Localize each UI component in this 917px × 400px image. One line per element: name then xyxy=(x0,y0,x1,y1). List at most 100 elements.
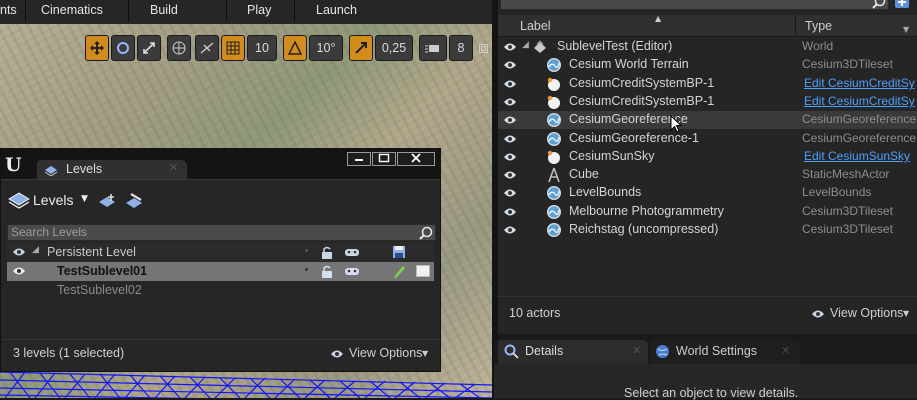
level-row-sublevel02[interactable]: TestSublevel02 xyxy=(7,281,434,300)
edit-blueprint-link[interactable]: Edit CesiumSunSky xyxy=(804,149,910,163)
levels-view-options-button[interactable]: View Options ▼ xyxy=(328,345,433,363)
outliner-row[interactable]: CesiumCreditSystemBP-1 Edit CesiumCreditS… xyxy=(498,93,917,111)
toolbar-content-button[interactable]: nts xyxy=(0,3,17,17)
grid-snap-value[interactable]: 10 xyxy=(247,35,277,61)
actor-label: CesiumGeoreference-1 xyxy=(569,131,699,145)
grid-snap-toggle[interactable] xyxy=(221,35,245,61)
tab-details[interactable]: Details ✕ xyxy=(498,340,648,364)
scale-snap-toggle[interactable] xyxy=(349,35,373,61)
level-row-persistent[interactable]: ◢ Persistent Level xyxy=(7,243,434,262)
surface-snap-button[interactable] xyxy=(195,35,219,61)
rotate-icon xyxy=(117,42,129,54)
visibility-eye-icon[interactable] xyxy=(503,97,517,107)
translate-mode-button[interactable] xyxy=(85,35,109,61)
edit-blueprint-link[interactable]: Edit CesiumCreditSy xyxy=(804,76,915,90)
add-level-icon[interactable] xyxy=(98,192,118,210)
camera-speed-button[interactable] xyxy=(419,35,447,61)
actor-type: CesiumGeoreference xyxy=(802,131,917,145)
actor-label: Cesium World Terrain xyxy=(569,57,689,71)
tab-levels[interactable]: Levels ✕ xyxy=(37,160,187,179)
chevron-down-icon: ▼ xyxy=(903,309,910,318)
visibility-eye-icon[interactable] xyxy=(503,152,517,162)
level-row-sublevel01[interactable]: TestSublevel01 xyxy=(7,262,434,281)
search-icon[interactable] xyxy=(419,226,433,240)
save-icon[interactable] xyxy=(392,245,406,259)
level-details-icon[interactable] xyxy=(125,192,145,210)
view-options-label: View Options xyxy=(349,346,423,360)
maximize-button[interactable] xyxy=(372,152,396,166)
levels-search-input[interactable]: Search Levels xyxy=(7,224,436,241)
outliner-row[interactable]: ◢ SublevelTest (Editor) World xyxy=(498,38,917,56)
toolbar-play-button[interactable]: Play xyxy=(247,3,271,17)
tab-world-settings[interactable]: World Settings ✕ xyxy=(650,340,800,364)
chevron-down-icon: ▼ xyxy=(422,349,429,358)
outliner-search-input[interactable] xyxy=(500,0,889,10)
outliner-row[interactable]: CesiumGeoreference CesiumGeoreference xyxy=(498,111,917,129)
search-icon[interactable] xyxy=(872,0,886,10)
outliner-row[interactable]: CesiumCreditSystemBP-1 Edit CesiumCreditS… xyxy=(498,75,917,93)
gamepad-icon[interactable] xyxy=(344,265,360,277)
toolbar-build-button[interactable]: Build xyxy=(150,3,178,17)
visibility-eye-icon[interactable] xyxy=(503,79,517,89)
chevron-down-icon[interactable]: ▼ xyxy=(903,25,909,34)
rotate-mode-button[interactable] xyxy=(111,35,135,61)
actor-label: LevelBounds xyxy=(569,185,642,199)
outliner-row[interactable]: CesiumGeoreference-1 CesiumGeoreference xyxy=(498,130,917,148)
visibility-eye-icon[interactable] xyxy=(503,225,517,235)
levels-titlebar[interactable]: U Levels ✕ xyxy=(1,149,440,179)
expander-arrow-icon[interactable]: ◢ xyxy=(522,40,529,50)
close-tab-icon[interactable]: ✕ xyxy=(632,344,641,357)
maximize-viewport-icon[interactable] xyxy=(477,35,489,61)
eye-icon xyxy=(812,310,824,318)
close-button[interactable] xyxy=(397,152,435,166)
outliner-row[interactable]: CesiumSunSky Edit CesiumSunSky xyxy=(498,148,917,166)
camera-speed-value[interactable]: 8 xyxy=(449,35,473,61)
outliner-view-options-button[interactable]: View Options ▼ xyxy=(809,305,916,323)
visibility-eye-icon[interactable] xyxy=(503,188,517,198)
add-actor-icon[interactable] xyxy=(894,0,910,8)
toolbar-launch-button[interactable]: Launch xyxy=(316,3,357,17)
paint-brush-icon[interactable] xyxy=(392,264,406,278)
view-options-label: View Options xyxy=(830,306,904,320)
outliner-row[interactable]: Cube StaticMeshActor xyxy=(498,166,917,184)
levels-search-placeholder: Search Levels xyxy=(11,225,88,239)
visibility-eye-icon[interactable] xyxy=(503,207,517,217)
world-icon xyxy=(532,39,548,55)
level-color-swatch[interactable] xyxy=(416,265,430,277)
visibility-eye-icon[interactable] xyxy=(503,170,517,180)
outliner-row[interactable]: Reichstag (uncompressed) Cesium3DTileset xyxy=(498,221,917,239)
outliner-row[interactable]: LevelBounds LevelBounds xyxy=(498,184,917,202)
close-tab-icon[interactable]: ✕ xyxy=(781,344,790,357)
outliner-row[interactable]: Cesium World Terrain Cesium3DTileset xyxy=(498,56,917,74)
levels-tab-label: Levels xyxy=(66,162,103,176)
expander-arrow-icon[interactable]: ◢ xyxy=(32,245,39,255)
lock-icon[interactable] xyxy=(320,246,334,259)
level-name: Persistent Level xyxy=(47,245,136,259)
outliner-row[interactable]: Melbourne Photogrammetry Cesium3DTileset xyxy=(498,203,917,221)
visibility-eye-icon[interactable] xyxy=(12,266,26,276)
details-panel: Select an object to view details. xyxy=(494,364,917,400)
visibility-eye-icon[interactable] xyxy=(503,42,517,52)
scale-icon xyxy=(143,42,155,54)
visibility-eye-icon[interactable] xyxy=(12,247,26,257)
world-local-toggle[interactable] xyxy=(167,35,191,61)
visibility-eye-icon[interactable] xyxy=(503,134,517,144)
toolbar-cinematics-button[interactable]: Cinematics xyxy=(41,3,103,17)
edit-blueprint-link[interactable]: Edit CesiumCreditSy xyxy=(804,94,915,108)
rotation-snap-value[interactable]: 10° xyxy=(309,35,343,61)
levels-menu-dropdown[interactable]: Levels ▼ xyxy=(7,188,91,212)
column-type-header[interactable]: Type xyxy=(805,19,832,33)
actor-type: Cesium3DTileset xyxy=(802,57,893,71)
close-tab-icon[interactable]: ✕ xyxy=(169,161,178,174)
rotation-snap-toggle[interactable] xyxy=(283,35,307,61)
gamepad-icon[interactable] xyxy=(344,246,360,258)
lock-icon[interactable] xyxy=(320,265,334,278)
column-label-header[interactable]: Label xyxy=(520,19,551,33)
visibility-eye-icon[interactable] xyxy=(503,60,517,70)
scale-mode-button[interactable] xyxy=(137,35,161,61)
unreal-logo-icon: U xyxy=(5,154,22,175)
visibility-eye-icon[interactable] xyxy=(503,115,517,125)
scale-snap-value[interactable]: 0,25 xyxy=(375,35,413,61)
chevron-down-icon: ▼ xyxy=(81,194,88,204)
minimize-button[interactable] xyxy=(347,152,371,166)
